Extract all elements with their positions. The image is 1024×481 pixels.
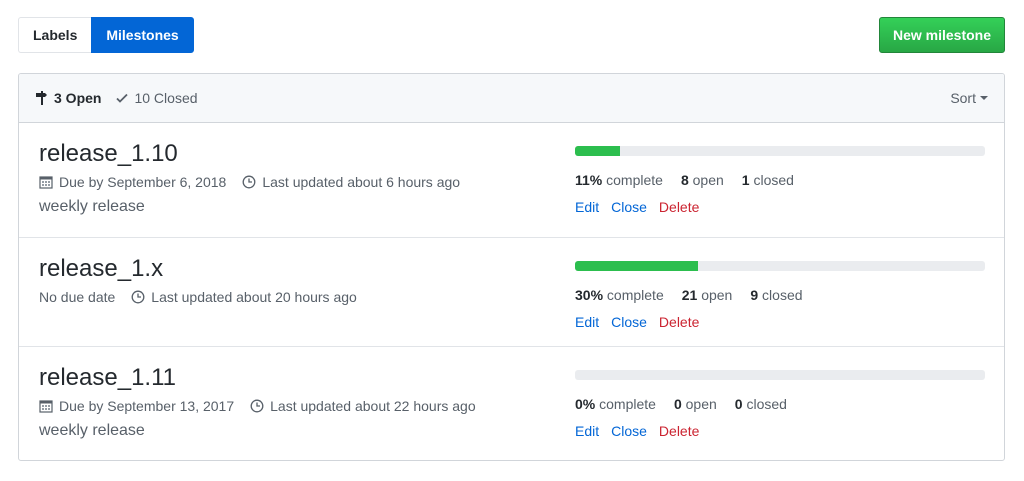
progress-bar xyxy=(575,261,985,271)
progress-fill xyxy=(575,261,698,271)
milestone-icon xyxy=(36,91,47,105)
milestone-description: weekly release xyxy=(39,198,145,215)
closed-issues-link[interactable]: 9 closed xyxy=(750,287,802,303)
percent-complete: 11% complete xyxy=(575,172,663,188)
milestone-stats: 11% complete 8 open 1 closed xyxy=(575,172,985,188)
caret-down-icon xyxy=(980,96,988,100)
sort-dropdown[interactable]: Sort xyxy=(950,90,988,106)
calendar-icon xyxy=(39,176,53,189)
milestone-actions: Edit Close Delete xyxy=(575,199,985,215)
milestone-title[interactable]: release_1.x xyxy=(39,254,373,284)
percent-complete: 0% complete xyxy=(575,396,656,412)
clock-icon xyxy=(250,399,264,413)
percent-complete: 30% complete xyxy=(575,287,664,303)
clock-icon xyxy=(131,290,145,304)
due-text: Due by September 13, 2017 xyxy=(59,398,235,414)
last-updated: Last updated about 6 hours ago xyxy=(242,174,460,190)
milestone-meta: Due by September 6, 2018 Last updated ab… xyxy=(39,174,476,190)
delete-link[interactable]: Delete xyxy=(659,199,699,215)
milestone-meta: No due date Last updated about 20 hours … xyxy=(39,289,373,305)
milestone-info: release_1.11 Due by September 13, 2017 L… xyxy=(39,363,492,440)
close-link[interactable]: Close xyxy=(611,314,647,330)
edit-link[interactable]: Edit xyxy=(575,314,599,330)
milestone-row: release_1.10 Due by September 6, 2018 La… xyxy=(19,123,1004,238)
edit-link[interactable]: Edit xyxy=(575,423,599,439)
delete-link[interactable]: Delete xyxy=(659,314,699,330)
milestone-title[interactable]: release_1.11 xyxy=(39,363,492,393)
state-filter: 3 Open 10 Closed xyxy=(35,90,212,106)
calendar-icon xyxy=(39,400,53,413)
labels-tab[interactable]: Labels xyxy=(18,17,92,53)
open-issues-link[interactable]: 0 open xyxy=(674,396,717,412)
top-bar: Labels Milestones New milestone xyxy=(18,17,1005,53)
closed-issues-link[interactable]: 0 closed xyxy=(735,396,787,412)
milestone-row: release_1.11 Due by September 13, 2017 L… xyxy=(19,347,1004,460)
clock-icon xyxy=(242,175,256,189)
sort-label: Sort xyxy=(950,90,976,106)
milestone-info: release_1.10 Due by September 6, 2018 La… xyxy=(39,139,476,216)
delete-link[interactable]: Delete xyxy=(659,423,699,439)
progress-bar xyxy=(575,146,985,156)
milestone-progress: 30% complete 21 open 9 closed Edit Close… xyxy=(575,261,985,330)
close-link[interactable]: Close xyxy=(611,199,647,215)
closed-milestones-link[interactable]: 10 Closed xyxy=(115,90,198,106)
due-text: Due by September 6, 2018 xyxy=(59,174,227,190)
closed-count: 10 Closed xyxy=(134,90,198,106)
due-date: Due by September 13, 2017 xyxy=(39,398,234,414)
updated-text: Last updated about 22 hours ago xyxy=(270,398,476,414)
milestone-description: weekly release xyxy=(39,422,145,439)
progress-bar xyxy=(575,370,985,380)
milestone-row: release_1.x No due date Last updated abo… xyxy=(19,238,1004,347)
close-link[interactable]: Close xyxy=(611,423,647,439)
progress-fill xyxy=(575,146,621,156)
closed-issues-link[interactable]: 1 closed xyxy=(742,172,794,188)
due-date: Due by September 6, 2018 xyxy=(39,174,226,190)
milestone-actions: Edit Close Delete xyxy=(575,423,985,439)
edit-link[interactable]: Edit xyxy=(575,199,599,215)
due-date: No due date xyxy=(39,289,115,305)
last-updated: Last updated about 20 hours ago xyxy=(131,289,357,305)
open-issues-link[interactable]: 8 open xyxy=(681,172,724,188)
subnav: Labels Milestones xyxy=(18,17,1005,53)
milestone-info: release_1.x No due date Last updated abo… xyxy=(39,254,373,305)
check-icon xyxy=(116,93,129,103)
open-milestones-link[interactable]: 3 Open xyxy=(35,90,101,106)
milestone-stats: 30% complete 21 open 9 closed xyxy=(575,287,985,303)
open-issues-link[interactable]: 21 open xyxy=(682,287,733,303)
milestone-title[interactable]: release_1.10 xyxy=(39,139,476,169)
new-milestone-button[interactable]: New milestone xyxy=(878,17,1005,53)
milestone-stats: 0% complete 0 open 0 closed xyxy=(575,396,985,412)
updated-text: Last updated about 20 hours ago xyxy=(151,289,357,305)
milestone-progress: 0% complete 0 open 0 closed Edit Close D… xyxy=(575,370,985,439)
list-header: 3 Open 10 Closed Sort xyxy=(19,74,1004,123)
milestones-list: 3 Open 10 Closed Sort release_1.10 Due b… xyxy=(18,73,1005,461)
updated-text: Last updated about 6 hours ago xyxy=(262,174,461,190)
milestones-tab[interactable]: Milestones xyxy=(91,17,194,53)
milestone-meta: Due by September 13, 2017 Last updated a… xyxy=(39,398,492,414)
open-count: 3 Open xyxy=(54,90,102,106)
due-text: No due date xyxy=(39,289,116,305)
last-updated: Last updated about 22 hours ago xyxy=(250,398,476,414)
milestone-progress: 11% complete 8 open 1 closed Edit Close … xyxy=(575,146,985,215)
milestone-actions: Edit Close Delete xyxy=(575,314,985,330)
